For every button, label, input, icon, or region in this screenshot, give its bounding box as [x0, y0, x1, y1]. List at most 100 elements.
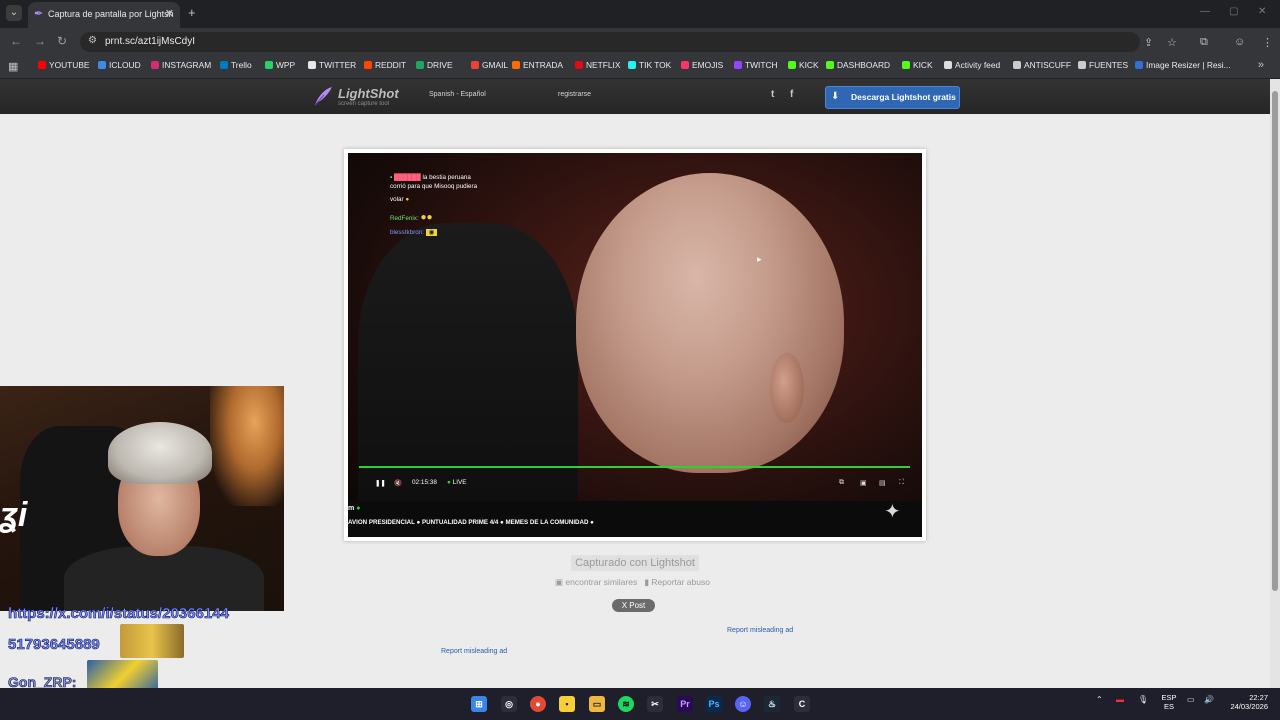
download-label: Descarga Lightshot gratis	[851, 92, 956, 102]
install-icon[interactable]: ⇪	[1144, 36, 1153, 49]
start-windows-icon[interactable]: ⊞	[471, 696, 487, 712]
bookmark-star-icon[interactable]: ☆	[1167, 36, 1177, 49]
maximize-icon[interactable]: ▢	[1229, 6, 1238, 17]
bookmark-item[interactable]: KICK	[902, 60, 933, 70]
download-button[interactable]: ⬇ Descarga Lightshot gratis	[825, 86, 960, 109]
clock[interactable]: 22:27 24/03/2026	[1222, 693, 1268, 711]
twitter-icon[interactable]: t	[771, 89, 774, 100]
report-abuse-link[interactable]: Reportar abuso	[651, 577, 710, 587]
pause-icon[interactable]: ❚❚	[375, 479, 386, 487]
bookmark-item[interactable]: TIK TOK	[628, 60, 671, 70]
bookmark-label: YOUTUBE	[49, 60, 90, 70]
bookmark-favicon-icon	[265, 61, 273, 69]
network-icon[interactable]: ▭	[1187, 695, 1195, 704]
facebook-icon[interactable]: f	[790, 89, 793, 100]
keyboard-language[interactable]: ESP ES	[1160, 693, 1178, 711]
scroll-thumb[interactable]	[1272, 91, 1278, 591]
tab-search-button[interactable]: ⌄	[6, 5, 22, 21]
bookmark-item[interactable]: YOUTUBE	[38, 60, 90, 70]
overlay-number-text: 51793645889	[8, 636, 100, 654]
minimize-icon[interactable]: —	[1200, 6, 1210, 17]
video-progress-bar[interactable]	[359, 466, 910, 468]
register-link[interactable]: registrarse	[558, 91, 591, 98]
menu-icon[interactable]: ⋮	[1262, 36, 1273, 49]
bookmark-label: TWITCH	[745, 60, 778, 70]
more-bookmarks-icon[interactable]: »	[1258, 59, 1264, 71]
screenshot-image[interactable]: ▪ ██████ la bestia peruana corrió para q…	[348, 153, 922, 537]
steam-icon[interactable]: ♨	[764, 696, 780, 712]
window-close-icon[interactable]: ✕	[1258, 6, 1266, 17]
premiere-icon[interactable]: Pr	[677, 696, 693, 712]
bookmark-item[interactable]: DASHBOARD	[826, 60, 890, 70]
bookmark-item[interactable]: ENTRADA	[512, 60, 563, 70]
bookmark-item[interactable]: Image Resizer | Resi...	[1135, 60, 1231, 70]
bookmark-label: KICK	[913, 60, 933, 70]
reload-icon[interactable]: ↻	[57, 34, 67, 48]
discord-icon[interactable]: ☺	[735, 696, 751, 712]
photoshop-icon[interactable]: Ps	[706, 696, 722, 712]
bookmark-item[interactable]: KICK	[788, 60, 819, 70]
bookmark-item[interactable]: TWITTER	[308, 60, 356, 70]
url-text[interactable]: prnt.sc/azt1ijMsCdyI	[105, 36, 195, 47]
bookmark-item[interactable]: FUENTES	[1078, 60, 1128, 70]
new-tab-icon[interactable]: +	[188, 5, 196, 20]
bookmark-item[interactable]: EMOJIS	[681, 60, 723, 70]
microphone-icon[interactable]: 🎙	[1138, 695, 1148, 704]
app-icon[interactable]: C	[794, 696, 810, 712]
volume-icon[interactable]: 🔊	[1204, 695, 1214, 704]
bookmark-item[interactable]: GMAIL	[471, 60, 508, 70]
extensions-icon[interactable]: ⧉	[1200, 36, 1208, 49]
sparkle-icon: ✦	[884, 501, 901, 523]
fullscreen-icon[interactable]: ⛶	[899, 479, 904, 487]
active-tab[interactable]: ✒ Captura de pantalla por Lightsh ✕	[28, 2, 180, 28]
image-icon: ▣	[555, 577, 564, 587]
close-tab-icon[interactable]: ✕	[165, 7, 174, 20]
x-post-button[interactable]: X Post	[612, 599, 655, 612]
theater-icon[interactable]: ▣	[860, 479, 867, 487]
bookmark-label: WPP	[276, 60, 296, 70]
bookmark-item[interactable]: NETFLIX	[575, 60, 620, 70]
webcam-overlay: ʓi	[0, 386, 284, 611]
bookmark-item[interactable]: Activity feed	[944, 60, 1000, 70]
back-icon[interactable]: ←	[10, 34, 22, 48]
capcut-icon[interactable]: ✂	[647, 696, 663, 712]
omnibox[interactable]: ⚙ prnt.sc/azt1ijMsCdyI	[80, 32, 1140, 52]
bookmark-item[interactable]: INSTAGRAM	[151, 60, 211, 70]
mouse-cursor-icon: ▸	[757, 254, 762, 264]
mute-icon[interactable]: 🔇	[394, 479, 402, 487]
bookmark-label: NETFLIX	[586, 60, 621, 70]
language-selector[interactable]: Spanish - Español	[429, 91, 486, 98]
bookmark-item[interactable]: TWITCH	[734, 60, 778, 70]
bookmark-item[interactable]: ICLOUD	[98, 60, 141, 70]
apps-grid-icon[interactable]: ▦	[8, 60, 18, 73]
file-explorer-icon[interactable]: ▭	[589, 696, 605, 712]
logo-name[interactable]: LightShot	[338, 86, 399, 101]
profile-avatar[interactable]: ☺	[1234, 36, 1245, 48]
bookmark-item[interactable]: WPP	[265, 60, 295, 70]
page-scrollbar[interactable]	[1270, 79, 1280, 688]
taskbar-app-icon[interactable]: ◎	[501, 696, 517, 712]
bookmark-item[interactable]: ANTISCUFF	[1013, 60, 1071, 70]
chrome-icon[interactable]: ●	[530, 696, 546, 712]
forward-icon[interactable]: →	[34, 34, 46, 48]
bookmark-favicon-icon	[98, 61, 106, 69]
site-info-icon[interactable]: ⚙	[88, 35, 97, 46]
sticky-notes-icon[interactable]: ▪	[559, 696, 575, 712]
bookmark-item[interactable]: Trello	[220, 60, 252, 70]
bookmark-label: EMOJIS	[692, 60, 724, 70]
bookmark-label: FUENTES	[1089, 60, 1129, 70]
tray-expand-icon[interactable]: ⌃	[1096, 695, 1103, 704]
settings-icon[interactable]: ▤	[879, 479, 886, 487]
pip-icon[interactable]: ⧉	[839, 479, 844, 487]
overlay-url-text: https://x.com/i/status/20366144	[8, 605, 230, 623]
logo-subtitle: screen capture tool	[338, 101, 390, 107]
report-ad-link[interactable]: Report misleading ad	[441, 648, 507, 655]
emote-icon: ◉	[425, 229, 438, 236]
report-ad-link[interactable]: Report misleading ad	[727, 627, 793, 634]
tray-flag-icon[interactable]: ▬	[1116, 695, 1124, 704]
find-similar-link[interactable]: encontrar similares	[565, 577, 637, 587]
webcam-hair	[108, 422, 212, 484]
spotify-icon[interactable]: ≋	[618, 696, 634, 712]
bookmark-item[interactable]: DRIVE	[416, 60, 453, 70]
bookmark-item[interactable]: REDDIT	[364, 60, 406, 70]
